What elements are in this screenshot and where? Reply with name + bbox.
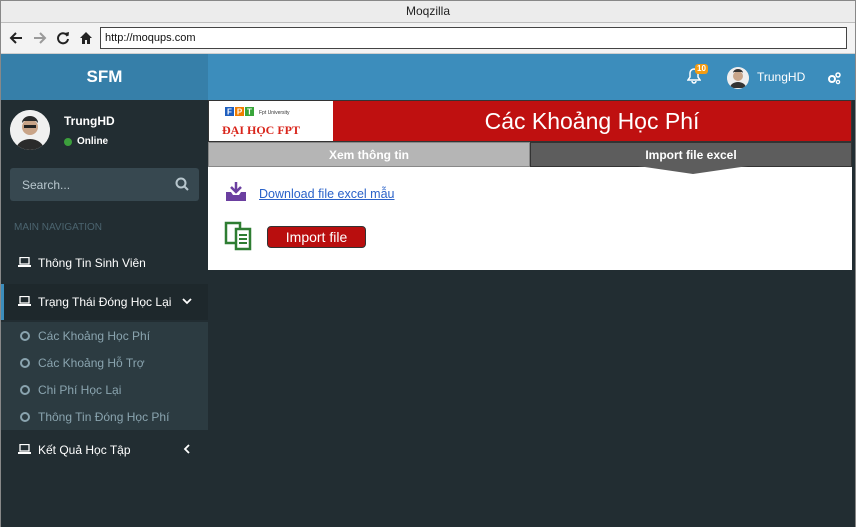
laptop-icon: [18, 257, 31, 267]
sidebar-item-label: Kết Quả Học Tập: [38, 443, 131, 457]
status-dot-icon: [64, 137, 72, 146]
submenu-item-label: Thông Tin Đóng Học Phí: [38, 410, 170, 424]
fpt-logo: F P T Fpt University ĐẠI HỌC FPT: [209, 101, 333, 141]
window-title: Moqzilla: [1, 1, 855, 23]
sidebar: TrungHD Online MAIN NAVIGATION Thông Tin…: [1, 100, 208, 527]
sidebar-search: [10, 168, 199, 201]
app-logo[interactable]: SFM: [1, 54, 208, 100]
svg-text:P: P: [237, 108, 243, 117]
import-file-button[interactable]: Import file: [267, 226, 366, 248]
sidebar-item-label: Trạng Thái Đóng Học Lại: [38, 295, 172, 309]
download-template-link[interactable]: Download file excel mẫu: [259, 187, 395, 201]
page-title: Các Khoảng Học Phí: [484, 108, 700, 134]
active-tab-pointer: [638, 166, 748, 174]
avatar[interactable]: [727, 67, 749, 89]
sidebar-item-trang-thai-dong-hoc-lai[interactable]: Trạng Thái Đóng Học Lại: [1, 284, 208, 320]
forward-arrow-icon[interactable]: [30, 27, 50, 49]
home-icon[interactable]: [76, 27, 96, 49]
submenu-item-thong-tin-dong-hoc-phi[interactable]: Thông Tin Đóng Học Phí: [1, 403, 208, 430]
import-panel: F P T Fpt University ĐẠI HỌC FPT Các Kho…: [208, 100, 852, 270]
submenu-item-label: Chi Phí Học Lại: [38, 383, 122, 397]
search-input[interactable]: [10, 168, 170, 201]
header-username[interactable]: TrungHD: [757, 70, 805, 84]
browser-toolbar: http://moqups.com: [1, 23, 855, 54]
circle-icon: [20, 412, 30, 422]
gears-icon[interactable]: [827, 71, 841, 85]
laptop-icon: [18, 296, 31, 306]
tab-xem-thong-tin[interactable]: Xem thông tin: [208, 142, 530, 167]
submenu-item-cac-khoang-hoc-phi[interactable]: Các Khoảng Học Phí: [1, 322, 208, 349]
status-label: Online: [77, 136, 109, 147]
circle-icon: [20, 385, 30, 395]
submenu-item-chi-phi-hoc-lai[interactable]: Chi Phí Học Lại: [1, 376, 208, 403]
sidebar-item-ket-qua-hoc-tap[interactable]: Kết Quả Học Tập: [1, 432, 208, 468]
sidebar-username: TrungHD: [64, 114, 115, 128]
copy-documents-icon: [224, 221, 254, 251]
submenu-item-label: Các Khoảng Hỗ Trợ: [38, 356, 145, 370]
submenu: Các Khoảng Học Phí Các Khoảng Hỗ Trợ Chi…: [1, 322, 208, 430]
tab-import-file-excel[interactable]: Import file excel: [530, 142, 852, 167]
back-arrow-icon[interactable]: [6, 27, 26, 49]
svg-text:F: F: [227, 108, 232, 117]
avatar: [10, 110, 50, 150]
circle-icon: [20, 358, 30, 368]
circle-icon: [20, 331, 30, 341]
sidebar-item-thong-tin-sinh-vien[interactable]: Thông Tin Sinh Viên: [1, 245, 208, 281]
submenu-item-label: Các Khoảng Học Phí: [38, 329, 151, 343]
page-banner: F P T Fpt University ĐẠI HỌC FPT Các Kho…: [208, 100, 852, 142]
url-bar[interactable]: http://moqups.com: [100, 27, 847, 49]
reload-icon[interactable]: [53, 27, 73, 49]
search-icon[interactable]: [175, 177, 189, 191]
chevron-down-icon: [182, 298, 192, 305]
notification-badge: 10: [695, 64, 708, 74]
section-header: MAIN NAVIGATION: [14, 222, 102, 233]
svg-text:T: T: [247, 108, 252, 117]
sidebar-item-label: Thông Tin Sinh Viên: [38, 256, 146, 270]
browser-window: Moqzilla http://moqups.com SFM 10 TrungH…: [0, 0, 856, 527]
chevron-left-icon: [183, 444, 190, 454]
user-panel: TrungHD Online: [1, 100, 208, 160]
laptop-icon: [18, 444, 31, 454]
panel-edge: [852, 100, 855, 270]
logo-big-text: ĐẠI HỌC FPT: [222, 123, 300, 137]
submenu-item-cac-khoang-ho-tro[interactable]: Các Khoảng Hỗ Trợ: [1, 349, 208, 376]
download-icon[interactable]: [225, 182, 247, 202]
user-status: Online: [64, 136, 108, 147]
logo-small-text: Fpt University: [259, 110, 290, 116]
main-content: F P T Fpt University ĐẠI HỌC FPT Các Kho…: [208, 100, 855, 527]
app-header: SFM 10 TrungHD: [1, 54, 855, 100]
